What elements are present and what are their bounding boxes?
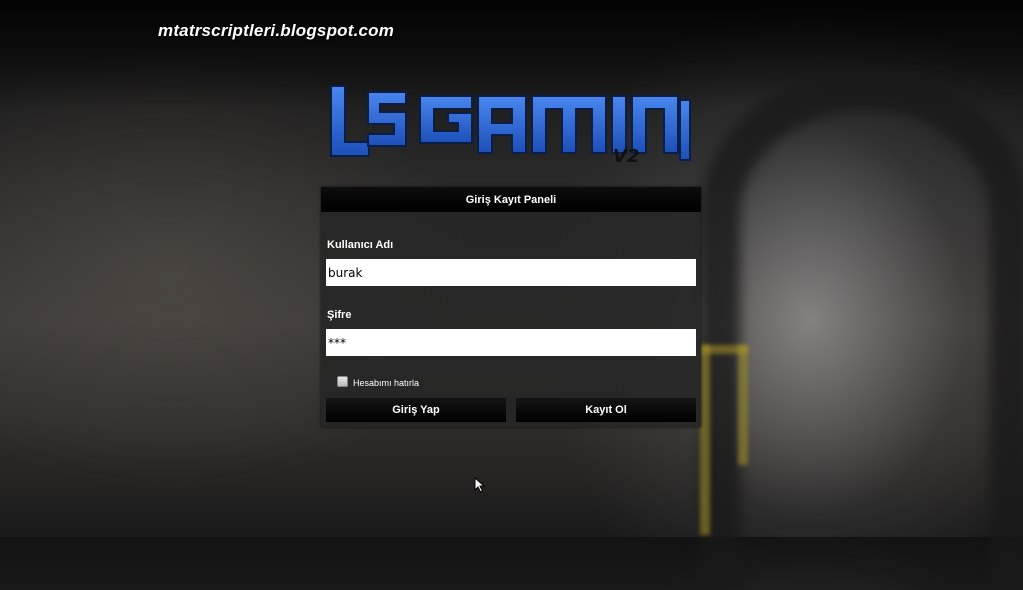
register-button[interactable]: Kayıt Ol — [516, 398, 696, 422]
background-railing-post — [738, 345, 748, 465]
watermark-text: mtatrscriptleri.blogspot.com — [158, 21, 395, 40]
remember-label: Hesabımı hatırla — [353, 378, 420, 388]
checkbox-icon[interactable] — [337, 375, 348, 387]
password-input[interactable]: *** — [326, 329, 696, 356]
username-input[interactable]: burak — [326, 259, 696, 286]
username-label: Kullanıcı Adı — [327, 239, 394, 251]
ls-gaming-logo: V2 — [330, 85, 691, 164]
login-panel: Giriş Kayıt Paneli Kullanıcı Adı burak Ş… — [321, 187, 701, 427]
logo-version: V2 — [613, 146, 639, 164]
panel-title: Giriş Kayıt Paneli — [321, 187, 701, 212]
login-button[interactable]: Giriş Yap — [326, 398, 506, 422]
mouse-pointer-icon — [474, 477, 486, 493]
password-label: Şifre — [327, 309, 352, 321]
remember-me[interactable]: Hesabımı hatırla — [337, 374, 419, 388]
background-arch — [700, 70, 1023, 590]
background-railing — [700, 345, 710, 535]
